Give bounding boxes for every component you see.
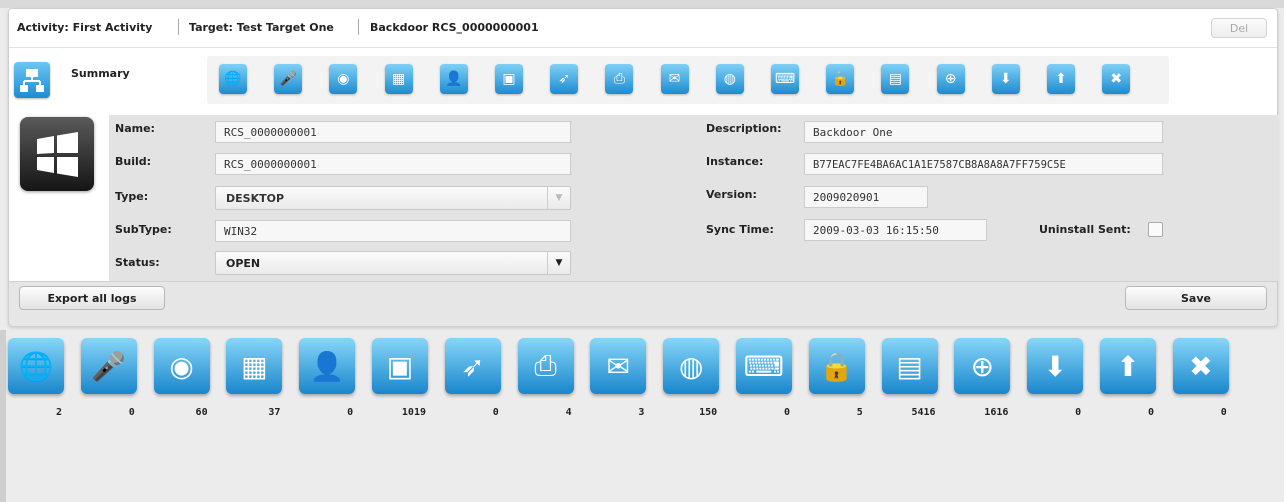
screenshot-icon[interactable]: ▣ [495, 64, 523, 94]
contacts-icon[interactable]: 👤 [299, 338, 356, 394]
breadcrumb-backdoor: Backdoor RCS_0000000001 [370, 21, 539, 34]
chevron-down-icon: ▼ [547, 187, 570, 209]
breadcrumb-target[interactable]: Target: Test Target One [189, 21, 334, 34]
export-all-logs-button[interactable]: Export all logs [19, 286, 165, 310]
evidence-count: 2 [55, 407, 62, 418]
uninstall-sent-checkbox[interactable] [1148, 222, 1163, 237]
chat-icon[interactable]: 🌐 [8, 338, 64, 394]
backdoor-panel: Activity: First Activity Target: Test Ta… [8, 8, 1279, 326]
status-select[interactable]: OPEN ▼ [215, 251, 571, 275]
version-field[interactable]: 2009020901 [804, 186, 928, 208]
subtype-label: SubType: [115, 223, 172, 236]
evidence-filter-toolbar: 🌐 🎤 ◉ ▦ 👤 ▣ ➶ ⎙ ✉ ◍ ⌨ 🔒 ▤ ⊕ ⬇ ⬆ ✖ [207, 56, 1169, 104]
summary-label: Summary [71, 67, 130, 80]
sync-time-label: Sync Time: [706, 223, 774, 236]
settings-icon[interactable]: ✖ [1102, 64, 1131, 94]
file-icon[interactable]: ▤ [881, 338, 938, 394]
status-select-value: OPEN [226, 257, 261, 270]
evidence-count: 1019 [401, 407, 426, 418]
chat-icon[interactable]: 🌐 [219, 64, 247, 94]
evidence-count: 1616 [984, 407, 1009, 418]
status-label: Status: [115, 256, 160, 269]
subtype-field[interactable]: WIN32 [215, 220, 571, 242]
build-label: Build: [115, 155, 152, 168]
uninstall-sent-label: Uninstall Sent: [1039, 223, 1131, 236]
sync-time-field[interactable]: 2009-03-03 16:15:50 [804, 219, 987, 241]
mail-icon[interactable]: ✉ [660, 64, 689, 94]
url-icon[interactable]: ◍ [663, 338, 720, 394]
summary-sitemap-icon[interactable] [14, 62, 50, 98]
print-icon[interactable]: ⎙ [605, 64, 634, 94]
webcam-icon[interactable]: ◉ [153, 338, 210, 394]
instance-label: Instance: [706, 155, 764, 168]
evidence-count: 37 [268, 407, 281, 418]
description-field[interactable]: Backdoor One [804, 121, 1163, 143]
evidence-count: 0 [1075, 407, 1082, 418]
name-label: Name: [115, 122, 155, 135]
settings-icon[interactable]: ✖ [1172, 338, 1229, 394]
webcam-icon[interactable]: ◉ [329, 64, 358, 94]
window-top-border [0, 0, 1284, 8]
instance-field[interactable]: B77EAC7FE4BA6AC1A1E7587CB8A8A8A7FF759C5E [804, 153, 1163, 175]
evidence-count: 0 [783, 407, 790, 418]
evidence-count: 0 [492, 407, 499, 418]
windows-logo-icon [20, 117, 94, 191]
breadcrumb: Activity: First Activity Target: Test Ta… [9, 9, 1277, 48]
form-actions-bar: Export all logs Save [9, 281, 1277, 326]
evidence-count: 0 [1220, 407, 1227, 418]
mouse-icon[interactable]: ➶ [550, 64, 579, 94]
delete-button[interactable]: Del [1211, 18, 1267, 38]
name-field[interactable]: RCS_0000000001 [215, 121, 571, 143]
applications-icon[interactable]: ▦ [226, 338, 283, 394]
screenshot-icon[interactable]: ▣ [372, 338, 428, 394]
save-button[interactable]: Save [1125, 286, 1267, 310]
microphone-icon[interactable]: 🎤 [80, 338, 137, 394]
mail-icon[interactable]: ✉ [590, 338, 647, 394]
print-icon[interactable]: ⎙ [517, 338, 574, 394]
url-icon[interactable]: ◍ [715, 64, 744, 94]
evidence-count: 4 [565, 407, 572, 418]
contacts-icon[interactable]: 👤 [439, 64, 468, 94]
keylog-icon[interactable]: ⌨ [736, 338, 792, 394]
download-icon[interactable]: ⬇ [1027, 338, 1084, 394]
download-icon[interactable]: ⬇ [991, 64, 1020, 94]
evidence-count: 0 [1147, 407, 1154, 418]
microphone-icon[interactable]: 🎤 [274, 64, 303, 94]
upload-icon[interactable]: ⬆ [1100, 338, 1156, 394]
evidence-count: 5416 [911, 407, 936, 418]
evidence-count: 60 [195, 407, 208, 418]
file-capture-icon[interactable]: ⊕ [954, 338, 1011, 394]
evidence-count: 0 [128, 407, 135, 418]
applications-icon[interactable]: ▦ [384, 64, 413, 94]
mouse-icon[interactable]: ➶ [444, 338, 501, 394]
evidence-count: 3 [638, 407, 645, 418]
type-label: Type: [115, 190, 149, 203]
chevron-down-icon[interactable]: ▼ [547, 252, 570, 274]
file-icon[interactable]: ▤ [881, 64, 910, 94]
type-select[interactable]: DESKTOP ▼ [215, 186, 571, 210]
description-label: Description: [706, 122, 782, 135]
keylog-icon[interactable]: ⌨ [771, 64, 799, 94]
password-icon[interactable]: 🔒 [826, 64, 855, 94]
evidence-count: 0 [347, 407, 354, 418]
version-label: Version: [706, 188, 757, 201]
build-field[interactable]: RCS_0000000001 [215, 153, 571, 175]
breadcrumb-separator [178, 19, 179, 35]
upload-icon[interactable]: ⬆ [1047, 64, 1075, 94]
evidence-count: 150 [699, 407, 718, 418]
password-icon[interactable]: 🔒 [808, 338, 865, 394]
file-capture-icon[interactable]: ⊕ [936, 64, 965, 94]
evidence-count: 5 [856, 407, 863, 418]
type-select-value: DESKTOP [226, 192, 285, 205]
breadcrumb-separator [358, 19, 359, 35]
breadcrumb-activity[interactable]: Activity: First Activity [17, 21, 152, 34]
